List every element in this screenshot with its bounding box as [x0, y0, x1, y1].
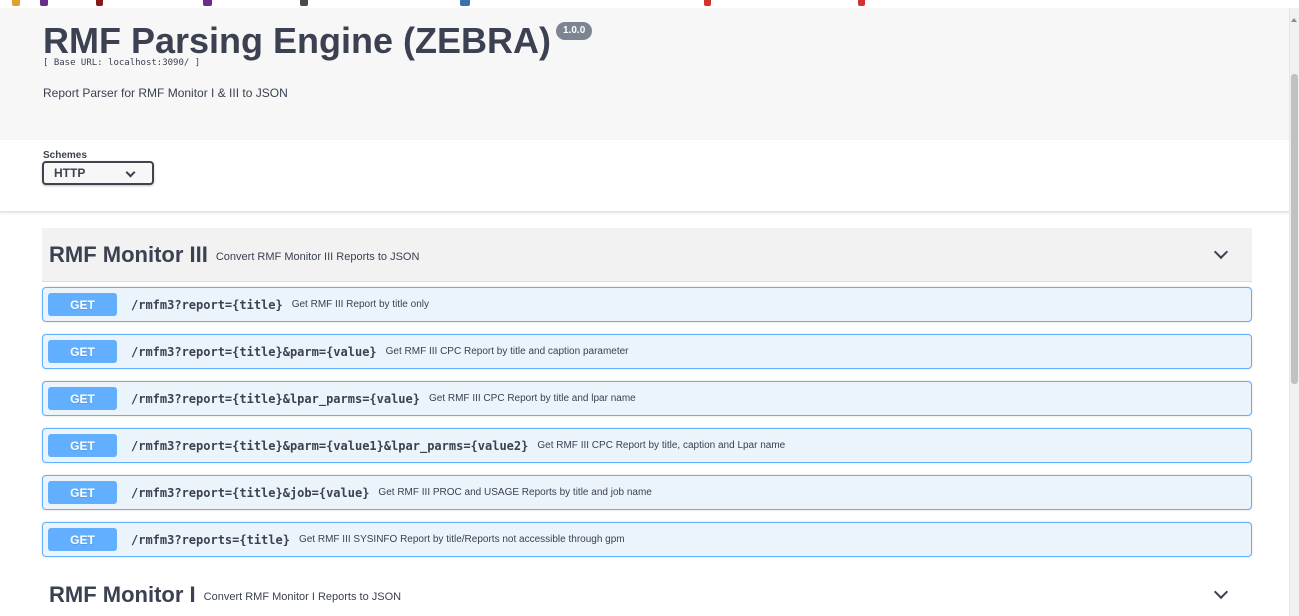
- base-url: [ Base URL: localhost:3090/ ]: [43, 58, 201, 68]
- bookmark-favicon[interactable]: [12, 0, 20, 6]
- chevron-down-icon[interactable]: [1213, 584, 1229, 600]
- bookmark-favicon[interactable]: [40, 0, 48, 6]
- bookmark-favicon[interactable]: [203, 0, 212, 6]
- bookmark-favicon[interactable]: [704, 0, 711, 6]
- operation-get-sysinfo-reports[interactable]: GET /rmfm3?reports={title} Get RMF III S…: [42, 522, 1252, 557]
- version-badge: 1.0.0: [556, 22, 593, 40]
- operation-get-cpc-report-by-parm[interactable]: GET /rmfm3?report={title}&parm={value} G…: [42, 334, 1252, 369]
- bookmarks-bar: [0, 0, 1299, 8]
- scrollbar-thumb[interactable]: [1291, 74, 1298, 384]
- scroll-up-arrow-icon[interactable]: [1291, 18, 1297, 22]
- vertical-scrollbar[interactable]: [1289, 8, 1299, 616]
- operation-summary: Get RMF III CPC Report by title, caption…: [537, 440, 786, 451]
- tag-header-rmf-monitor-i[interactable]: RMF Monitor I Convert RMF Monitor I Repo…: [42, 570, 1252, 616]
- schemes-section: Schemes HTTP: [0, 140, 1289, 212]
- method-badge: GET: [48, 340, 117, 363]
- method-badge: GET: [48, 528, 117, 551]
- operation-summary: Get RMF III Report by title only: [291, 299, 429, 310]
- schemes-selected-value: HTTP: [54, 166, 86, 180]
- method-badge: GET: [48, 387, 117, 410]
- operation-summary: Get RMF III CPC Report by title and lpar…: [428, 393, 636, 404]
- schemes-label: Schemes: [43, 150, 87, 161]
- chevron-down-icon: [125, 167, 136, 178]
- operation-get-cpc-report-by-parm-and-lpar[interactable]: GET /rmfm3?report={title}&parm={value1}&…: [42, 428, 1252, 463]
- operation-get-cpc-report-by-lpar[interactable]: GET /rmfm3?report={title}&lpar_parms={va…: [42, 381, 1252, 416]
- operation-path: /rmfm3?report={title}&parm={value1}&lpar…: [131, 438, 529, 453]
- chevron-down-icon[interactable]: [1213, 244, 1229, 260]
- api-description: Report Parser for RMF Monitor I & III to…: [43, 86, 288, 100]
- api-info-section: RMF Parsing Engine (ZEBRA) 1.0.0 [ Base …: [0, 8, 1289, 140]
- operation-path: /rmfm3?reports={title}: [131, 532, 290, 547]
- bookmark-favicon[interactable]: [460, 0, 470, 6]
- operation-path: /rmfm3?report={title}: [131, 297, 283, 312]
- tag-description: Convert RMF Monitor III Reports to JSON: [215, 250, 420, 263]
- operation-summary: Get RMF III SYSINFO Report by title/Repo…: [298, 534, 625, 545]
- bookmark-favicon[interactable]: [300, 0, 308, 6]
- operation-path: /rmfm3?report={title}&lpar_parms={value}: [131, 391, 420, 406]
- method-badge: GET: [48, 481, 117, 504]
- title-row: RMF Parsing Engine (ZEBRA) 1.0.0: [43, 20, 593, 62]
- api-title: RMF Parsing Engine (ZEBRA): [43, 20, 552, 61]
- bookmark-favicon[interactable]: [858, 0, 865, 6]
- schemes-select[interactable]: HTTP: [42, 161, 154, 185]
- operation-path: /rmfm3?report={title}&parm={value}: [131, 344, 377, 359]
- method-badge: GET: [48, 434, 117, 457]
- bookmark-favicon[interactable]: [96, 0, 103, 6]
- operation-summary: Get RMF III CPC Report by title and capt…: [385, 346, 629, 357]
- tag-name: RMF Monitor III: [49, 241, 208, 267]
- operation-get-report-by-title[interactable]: GET /rmfm3?report={title} Get RMF III Re…: [42, 287, 1252, 322]
- tag-header-rmf-monitor-iii[interactable]: RMF Monitor III Convert RMF Monitor III …: [42, 228, 1252, 282]
- operation-get-proc-usage-by-job[interactable]: GET /rmfm3?report={title}&job={value} Ge…: [42, 475, 1252, 510]
- operation-path: /rmfm3?report={title}&job={value}: [131, 485, 370, 500]
- operation-summary: Get RMF III PROC and USAGE Reports by ti…: [378, 487, 652, 498]
- tag-name: RMF Monitor I: [49, 582, 196, 607]
- tag-description: Convert RMF Monitor I Reports to JSON: [203, 591, 402, 603]
- method-badge: GET: [48, 293, 117, 316]
